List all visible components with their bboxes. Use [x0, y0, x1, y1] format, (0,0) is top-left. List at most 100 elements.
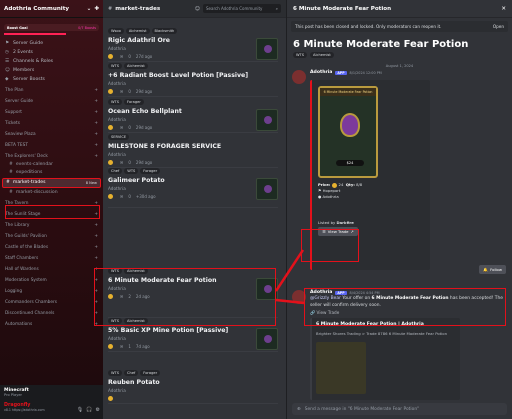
input-placeholder: Send a message in "6 Minute Moderate Fea… [304, 406, 420, 412]
forum-post-list: # market-trades ☺ Search Adothria Commun… [103, 0, 287, 419]
plus-icon[interactable]: + [94, 154, 98, 159]
category-label: The Guilds' Pavilion [5, 233, 47, 239]
category-header[interactable]: Hall of Wardens + [0, 263, 103, 274]
category-header[interactable]: Discontinued Channels + [0, 307, 103, 318]
category-header[interactable]: Moderation System + [0, 274, 103, 285]
post-meta: ✉ 0 29d ago [108, 125, 278, 130]
post-age: 7d ago [135, 344, 150, 349]
thread-tags: WTS Alchemist [287, 52, 512, 58]
avatar[interactable] [292, 290, 306, 304]
category-header[interactable]: The Guilds' Pavilion + [0, 230, 103, 241]
comment-icon: ✉ [120, 160, 124, 165]
open-button[interactable]: Open [493, 24, 504, 29]
category-header[interactable]: Logging + [0, 285, 103, 296]
category-header[interactable]: The Sunlit Stage + [0, 208, 103, 219]
forum-post[interactable]: Wsoo Alchemist Blacksmith Rigic Adathril Or… [108, 28, 278, 62]
forum-post[interactable]: SERVICE MILESTONE 8 FORAGER SERVICE Adothr… [108, 134, 278, 168]
plus-icon[interactable]: + [94, 234, 98, 239]
category-header[interactable]: BETA TEST + [0, 139, 103, 150]
author-name[interactable]: Adothria [310, 70, 332, 75]
search-input[interactable]: Search Adothria Community ⌕ [203, 4, 281, 13]
post-age: 27d ago [135, 54, 153, 59]
plus-icon[interactable]: + [94, 88, 98, 93]
category-header[interactable]: Automations + [0, 318, 103, 329]
invite-icon[interactable]: ✚ [94, 6, 99, 12]
category-label: Support [5, 109, 22, 115]
category-label: Hall of Wardens [5, 266, 39, 272]
post-tag: WTS [108, 63, 123, 69]
sidebar-nav-item[interactable]: ⚑ Server Guide [0, 39, 103, 48]
mic-icon[interactable]: 🎙 [77, 407, 83, 413]
post-tag: Blacksmith [151, 28, 178, 34]
boost-goal[interactable]: Boost Goal 0/7 Boosts [4, 24, 99, 31]
card-price: $24 [336, 160, 364, 166]
channel-item[interactable]: # expeditions [0, 169, 103, 177]
avatar[interactable] [292, 70, 306, 84]
forum-post[interactable]: WTS Alchemist 5% Basic XP Mine Potion [Pas… [108, 318, 278, 352]
plus-icon[interactable]: + [94, 143, 98, 148]
plus-icon[interactable]: + [94, 110, 98, 115]
plus-icon[interactable]: + [94, 322, 98, 327]
gear-icon[interactable]: ⚙ [96, 407, 100, 413]
channel-market-discussion[interactable]: # market-discussion [0, 189, 103, 197]
post-author: Adothria [108, 388, 126, 393]
channel-market-trades[interactable]: # market-trades 8 New [2, 177, 101, 188]
server-header[interactable]: Adothria Community ⌄ ✚ [0, 0, 103, 18]
category-header[interactable]: Server Guide + [0, 95, 103, 106]
plus-icon[interactable]: + [94, 278, 98, 283]
listed-by-name[interactable]: Darkfire [336, 220, 353, 225]
post-tags: WTS Alchemist [108, 318, 278, 324]
sidebar-nav-item[interactable]: ☰ Channels & Roles [0, 57, 103, 66]
plus-icon[interactable]: + [94, 256, 98, 261]
category-header[interactable]: Seaview Plaza + [0, 128, 103, 139]
plus-icon[interactable]: + [94, 245, 98, 250]
close-icon[interactable]: ✕ [501, 6, 506, 12]
plus-icon[interactable]: + [94, 132, 98, 137]
category-header[interactable]: Tickets + [0, 117, 103, 128]
plus-icon[interactable]: + [94, 311, 98, 316]
plus-icon[interactable]: + [94, 300, 98, 305]
message-input[interactable]: ⊕ Send a message in "6 Minute Moderate F… [292, 403, 507, 415]
plus-icon[interactable]: + [94, 99, 98, 104]
category-header[interactable]: The Library + [0, 219, 103, 230]
comment-count: 0 [128, 160, 131, 165]
channel-item[interactable]: # events-calendar [0, 161, 103, 169]
forum-post[interactable]: WTS Alchemist 6 Minute Moderate Fear Potio… [108, 268, 278, 318]
members-icon[interactable]: ☺ [195, 6, 200, 12]
sidebar-nav-item[interactable]: ◷ 2 Events [0, 48, 103, 57]
app-badge: APP [335, 290, 347, 295]
follow-button[interactable]: 🔔 Follow [479, 265, 506, 274]
channel-name: events-calendar [15, 162, 53, 167]
category-header[interactable]: Commanders Chambers + [0, 296, 103, 307]
category-header[interactable]: Staff Chambers + [0, 252, 103, 263]
category-header[interactable]: Support + [0, 106, 103, 117]
sidebar-nav-item[interactable]: ◆ Server Boosts [0, 75, 103, 84]
post-tag: SERVICE [108, 134, 130, 140]
embed-title[interactable]: 6 Minute Moderate Fear Potion | Adothria [316, 322, 456, 327]
forum-post[interactable]: WTS Chef Forager Reuben Potato Adothria [108, 370, 278, 404]
category-header[interactable]: Castle of the Blades + [0, 241, 103, 252]
post-tags: WTS Alchemist [108, 268, 278, 274]
category-header[interactable]: The Plan + [0, 84, 103, 95]
category-header[interactable]: The Tavern + [0, 197, 103, 208]
post-author: Adothria [108, 46, 126, 51]
plus-icon[interactable]: + [94, 267, 98, 272]
view-trade-link[interactable]: 🔗 View Trade [310, 310, 507, 316]
category-header[interactable]: The Explorers' Deck + [0, 150, 103, 161]
plus-icon[interactable]: + [94, 212, 98, 217]
plus-icon[interactable]: + [94, 223, 98, 228]
mention[interactable]: @Grizzly Bear [310, 296, 341, 301]
forum-post[interactable]: Chef WTS Forager Galimeer Potato Adothria ✉ 0 +… [108, 168, 278, 208]
plus-icon[interactable]: ⊕ [297, 407, 301, 412]
plus-icon[interactable]: + [94, 121, 98, 126]
plus-icon[interactable]: + [94, 289, 98, 294]
channel-name: market-trades [12, 180, 46, 185]
headphones-icon[interactable]: 🎧 [86, 407, 92, 413]
plus-icon[interactable]: + [94, 201, 98, 206]
author-name[interactable]: Adothria [310, 290, 332, 295]
view-trade-button[interactable]: ☰ View Trade ↗ [318, 227, 358, 236]
forum-post[interactable]: WTS Forager Ocean Echo Bellplant Adothria ✉ 0… [108, 99, 278, 133]
forum-post[interactable]: WTS Alchemist +6 Radiant Boost Level Potio… [108, 63, 278, 97]
sidebar-nav-item[interactable]: ☺ Members [0, 66, 103, 75]
thread-header: 6 Minute Moderate Fear Potion ✕ [287, 0, 512, 18]
